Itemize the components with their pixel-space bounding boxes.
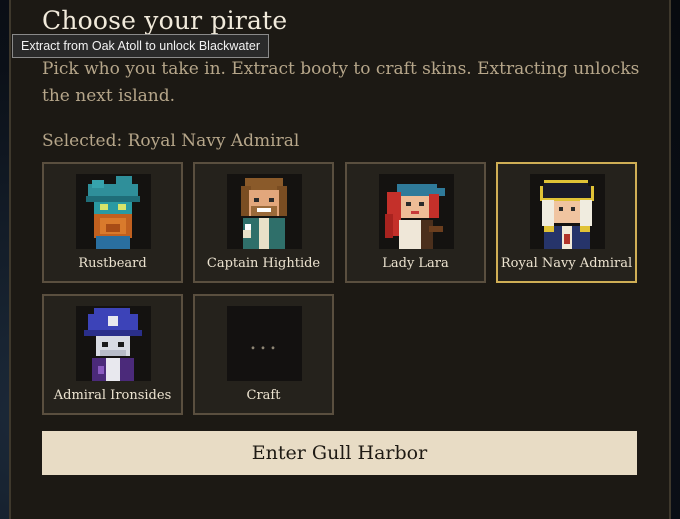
character-card-royal-navy-admiral[interactable]: Royal Navy Admiral [496, 162, 637, 283]
instructions-text: Pick who you take in. Extract booty to c… [42, 59, 640, 106]
character-card-rustbeard[interactable]: Rustbeard [42, 162, 183, 283]
royal-navy-admiral-portrait [530, 174, 605, 249]
character-name: Captain Hightide [206, 256, 321, 271]
character-name: Admiral Ironsides [53, 388, 172, 403]
selected-character-label: Selected: Royal Navy Admiral [42, 131, 300, 151]
character-name: Lady Lara [382, 256, 449, 271]
craft-card[interactable]: ... Craft [193, 294, 334, 415]
character-name: Rustbeard [78, 256, 147, 271]
character-card-captain-hightide[interactable]: Captain Hightide [193, 162, 334, 283]
character-name: Royal Navy Admiral [500, 256, 633, 271]
character-card-lady-lara[interactable]: Lady Lara [345, 162, 486, 283]
unlock-tooltip: Extract from Oak Atoll to unlock Blackwa… [12, 34, 269, 58]
admiral-ironsides-portrait [76, 306, 151, 381]
lady-lara-portrait [379, 174, 454, 249]
character-card-admiral-ironsides[interactable]: Admiral Ironsides [42, 294, 183, 415]
page-title: Choose your pirate [42, 6, 288, 35]
character-name: Craft [246, 388, 281, 403]
enter-harbor-button[interactable]: Enter Gull Harbor [42, 431, 637, 475]
ellipsis-icon: ... [249, 330, 280, 355]
captain-hightide-portrait [227, 174, 302, 249]
craft-placeholder: ... [227, 306, 302, 381]
rustbeard-portrait [76, 174, 151, 249]
